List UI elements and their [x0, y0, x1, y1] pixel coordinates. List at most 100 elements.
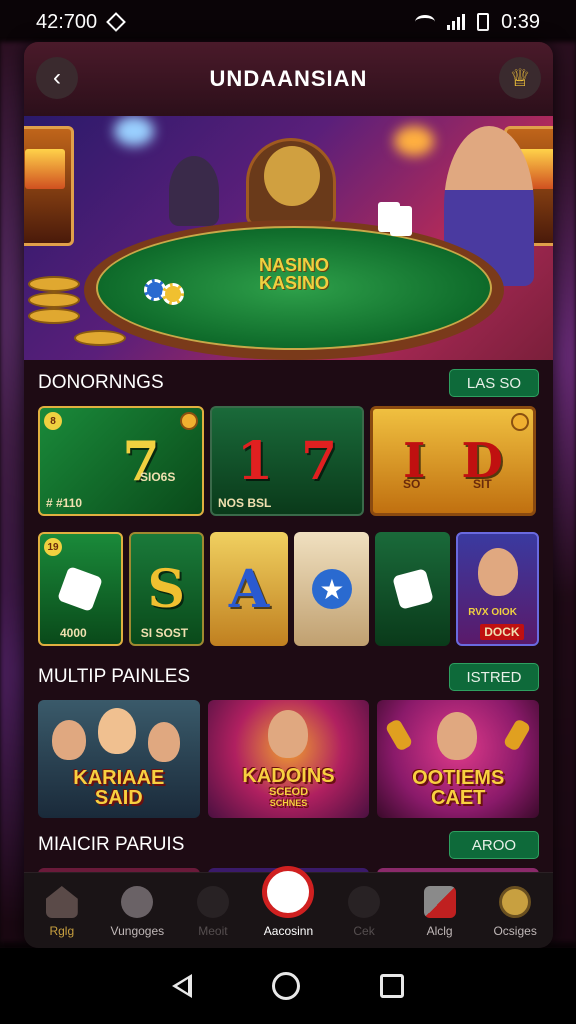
- signal-icon: [447, 14, 466, 30]
- tile-caption: SI SOST: [140, 626, 189, 640]
- avatar: [148, 722, 180, 762]
- coin-icon: [180, 412, 198, 430]
- nav-item-flag[interactable]: Alclg: [405, 886, 475, 938]
- tile-caption: NOS BSL: [218, 496, 272, 510]
- promo-title-3: SCHNES: [269, 798, 308, 808]
- chat-icon: [121, 886, 154, 918]
- home-icon: [45, 886, 78, 918]
- tile-footer: # #110: [46, 496, 83, 510]
- notification-icon: [106, 12, 127, 32]
- microphone-icon: [502, 718, 532, 752]
- level-badge: 19: [44, 538, 62, 556]
- tile-caption: SO: [403, 477, 421, 491]
- status-clock: 0:39: [501, 10, 540, 33]
- refresh-icon: [348, 886, 381, 918]
- trophy-icon: [499, 886, 532, 918]
- game-tile[interactable]: 8 7 SIO6S # #110: [38, 406, 204, 516]
- screen: 42:700 0:39 ‹ UNDAANSIAN ♕ NASINO KASINO…: [0, 0, 576, 1024]
- dice-icon: [57, 565, 104, 613]
- coin-icon: [511, 413, 529, 431]
- dice-icon: [391, 568, 434, 610]
- game-tile[interactable]: I D SO SIT: [370, 406, 536, 516]
- avatar: [437, 712, 478, 760]
- player-figure: [264, 146, 320, 206]
- system-navigation-bar: [0, 948, 576, 1024]
- flag-icon: [423, 886, 456, 918]
- section-title: MULTIP PAINLES: [38, 666, 191, 687]
- nav-item-casino[interactable]: 9 Aacosinn: [253, 866, 323, 938]
- section-title: DONORNNGS: [38, 372, 164, 393]
- poker-chip: [162, 283, 184, 305]
- game-tile[interactable]: 19 4000: [38, 532, 123, 646]
- crown-icon: ♕: [509, 64, 531, 92]
- game-tile[interactable]: ★: [294, 532, 370, 646]
- section-header: DONORNNGS LAS SO: [24, 360, 553, 406]
- system-back-icon[interactable]: [172, 974, 192, 998]
- game-tile[interactable]: A: [209, 532, 289, 646]
- see-all-button[interactable]: ISTRED: [449, 663, 539, 691]
- avatar: [98, 708, 136, 754]
- promo-row: KARIAAE SAID KADOINS SCEOD SCHNES OOTIEM…: [24, 700, 553, 818]
- promo-title-2: SCEOD: [268, 786, 309, 798]
- nav-item-chat[interactable]: Vungoges: [102, 886, 172, 938]
- back-arrow-icon: ‹: [53, 64, 61, 91]
- game-tile[interactable]: 1 7 NOS BSL: [210, 406, 364, 516]
- promo-title-1: KADOINS: [242, 765, 335, 787]
- tile-caption: SIO6S: [140, 470, 176, 484]
- star-icon: ★: [311, 569, 352, 609]
- crown-button[interactable]: ♕: [499, 57, 541, 99]
- promo-title-1: OOTIEMS: [412, 767, 505, 789]
- promo-title-2: SAID: [94, 787, 143, 809]
- nav-item-home[interactable]: Rglg: [27, 886, 97, 938]
- status-time: 42:700: [36, 10, 98, 33]
- app-header: ‹ UNDAANSIAN ♕: [24, 42, 553, 116]
- battery-icon: [477, 13, 490, 31]
- hero-banner[interactable]: NASINO KASINO: [24, 116, 553, 360]
- promo-card[interactable]: KARIAAE SAID: [38, 700, 200, 818]
- game-row: 19 4000 S SI SOST A ★ RVX OIOK DOCK: [24, 532, 553, 646]
- table-text-1: NASINO: [258, 255, 329, 275]
- nav-item-refresh[interactable]: Cek: [329, 886, 399, 938]
- table-text-2: KASINO: [258, 273, 329, 293]
- see-all-button[interactable]: LAS SO: [449, 369, 539, 397]
- nav-item-trophy[interactable]: Ocsiges: [480, 886, 550, 938]
- coin-stack: [74, 330, 126, 346]
- playing-card: [390, 206, 412, 236]
- coin-stack: [28, 276, 80, 292]
- casino-icon: 9: [262, 866, 315, 918]
- game-tile[interactable]: RVX OIOK DOCK: [456, 532, 539, 646]
- tile-caption: 4000: [60, 626, 87, 640]
- promo-title-2: CAET: [430, 787, 486, 809]
- game-row: 8 7 SIO6S # #110 1 7 NOS BSL I D SO SIT: [24, 406, 553, 518]
- microphone-icon: [384, 718, 414, 752]
- avatar: [267, 710, 308, 758]
- back-button[interactable]: ‹: [36, 57, 78, 99]
- promo-card[interactable]: OOTIEMS CAET: [377, 700, 540, 818]
- system-recents-icon[interactable]: [380, 974, 404, 998]
- promo-card[interactable]: KADOINS SCEOD SCHNES: [207, 700, 370, 818]
- dealer-figure: [169, 156, 219, 226]
- avatar: [478, 548, 519, 596]
- settings-icon: [196, 886, 229, 918]
- coin-stack: [28, 308, 80, 324]
- see-all-button[interactable]: AROO: [449, 831, 539, 859]
- a-symbol: A: [228, 558, 270, 620]
- app-window: ‹ UNDAANSIAN ♕ NASINO KASINO DONORNNGS L…: [24, 42, 553, 948]
- section-header: MULTIP PAINLES ISTRED: [24, 654, 553, 700]
- slot-machine-graphic: [24, 126, 74, 246]
- level-badge: 8: [44, 412, 62, 430]
- coin-stack: [28, 292, 80, 308]
- section-header: MIAICIR PARUIS AROO: [24, 822, 553, 868]
- page-title: UNDAANSIAN: [209, 66, 368, 91]
- avatar: [52, 720, 86, 760]
- promo-title-1: KARIAAE: [73, 767, 165, 789]
- game-tile[interactable]: [375, 532, 451, 646]
- game-tile[interactable]: S SI SOST: [128, 532, 204, 646]
- bottom-navigation: Rglg Vungoges Meoit 9 Aacosinn Cek Alclg: [24, 866, 553, 948]
- wifi-icon: [415, 15, 436, 29]
- status-bar: 42:700 0:39: [0, 0, 576, 44]
- reel-symbol: 1: [236, 430, 273, 492]
- system-home-icon[interactable]: [272, 972, 300, 1000]
- nav-item-settings[interactable]: Meoit: [178, 886, 248, 938]
- spotlight: [394, 126, 434, 156]
